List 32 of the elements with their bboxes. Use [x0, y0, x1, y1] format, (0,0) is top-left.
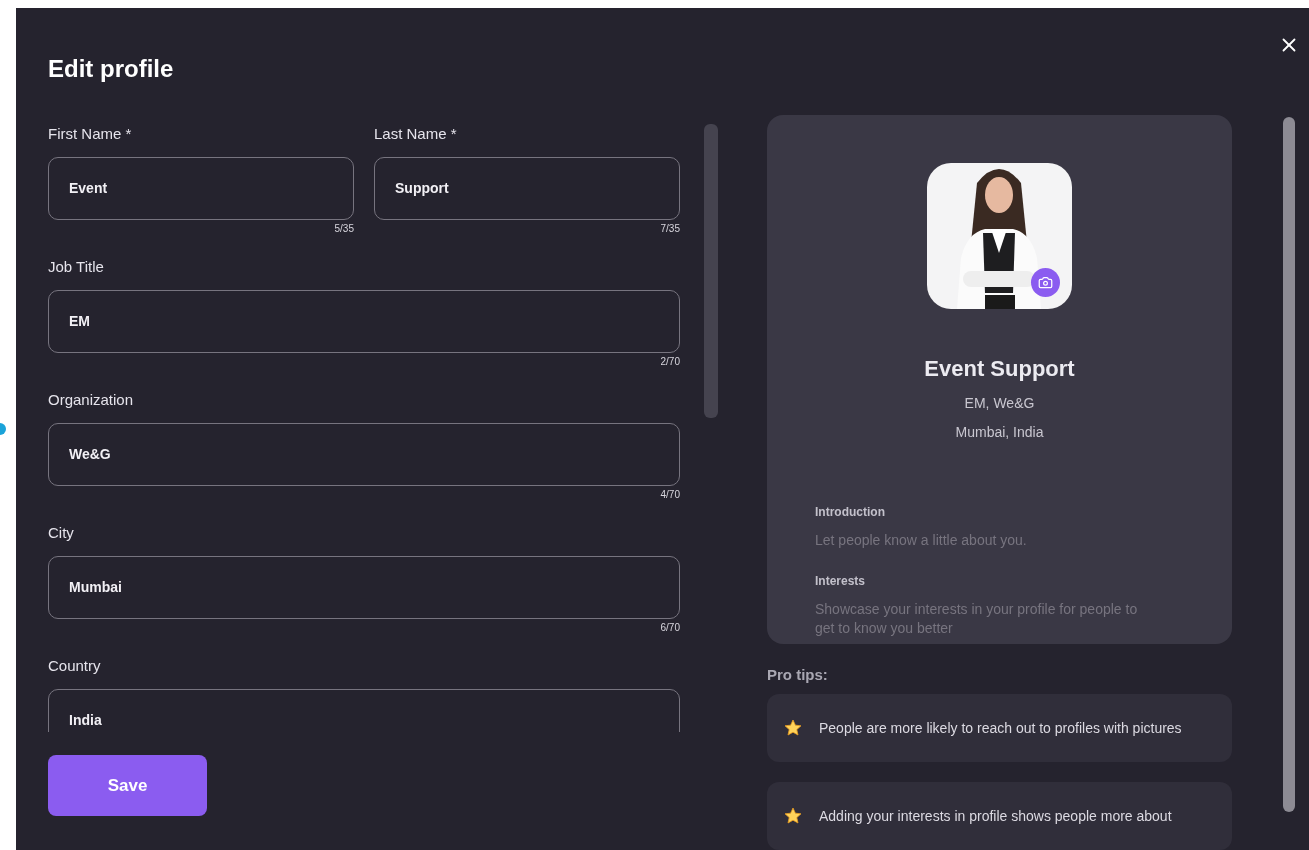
field-label: Last Name *: [374, 124, 458, 144]
character-counter: 5/35: [334, 222, 354, 236]
save-button[interactable]: Save: [48, 755, 207, 816]
character-counter: 7/35: [660, 222, 680, 236]
tip-text: People are more likely to reach out to profiles with pictures: [819, 718, 1183, 738]
text-field[interactable]: Support: [374, 157, 680, 220]
character-counter: 6/70: [660, 621, 680, 635]
field-label: Country: [48, 656, 102, 676]
star-icon: [783, 718, 803, 738]
dialog-title: Edit profile: [48, 54, 175, 84]
field-label: First Name *: [48, 124, 133, 144]
character-counter: 4/70: [660, 488, 680, 502]
profile-headline: EM, We&G: [964, 394, 1035, 413]
text-field[interactable]: India: [48, 689, 680, 732]
star-icon: [783, 806, 803, 826]
profile-name: Event Support: [924, 355, 1075, 383]
camera-icon: [1038, 275, 1053, 290]
text-field[interactable]: Event: [48, 157, 354, 220]
field-label: Job Title: [48, 257, 105, 277]
field-label: Organization: [48, 390, 135, 410]
scrollbar[interactable]: [704, 124, 718, 418]
tip-text: Adding your interests in profile shows people more about: [819, 806, 1173, 826]
character-counter: 2/70: [660, 355, 680, 369]
text-field[interactable]: EM: [48, 290, 680, 353]
pro-tips-title: Pro tips:: [767, 664, 829, 685]
text-field[interactable]: We&G: [48, 423, 680, 486]
section-heading: Interests: [815, 573, 867, 590]
text-field[interactable]: Mumbai: [48, 556, 680, 619]
section-heading: Introduction: [815, 504, 886, 521]
profile-location: Mumbai, India: [955, 423, 1044, 442]
page-scrollbar[interactable]: [1283, 117, 1295, 812]
field-label: City: [48, 523, 75, 543]
